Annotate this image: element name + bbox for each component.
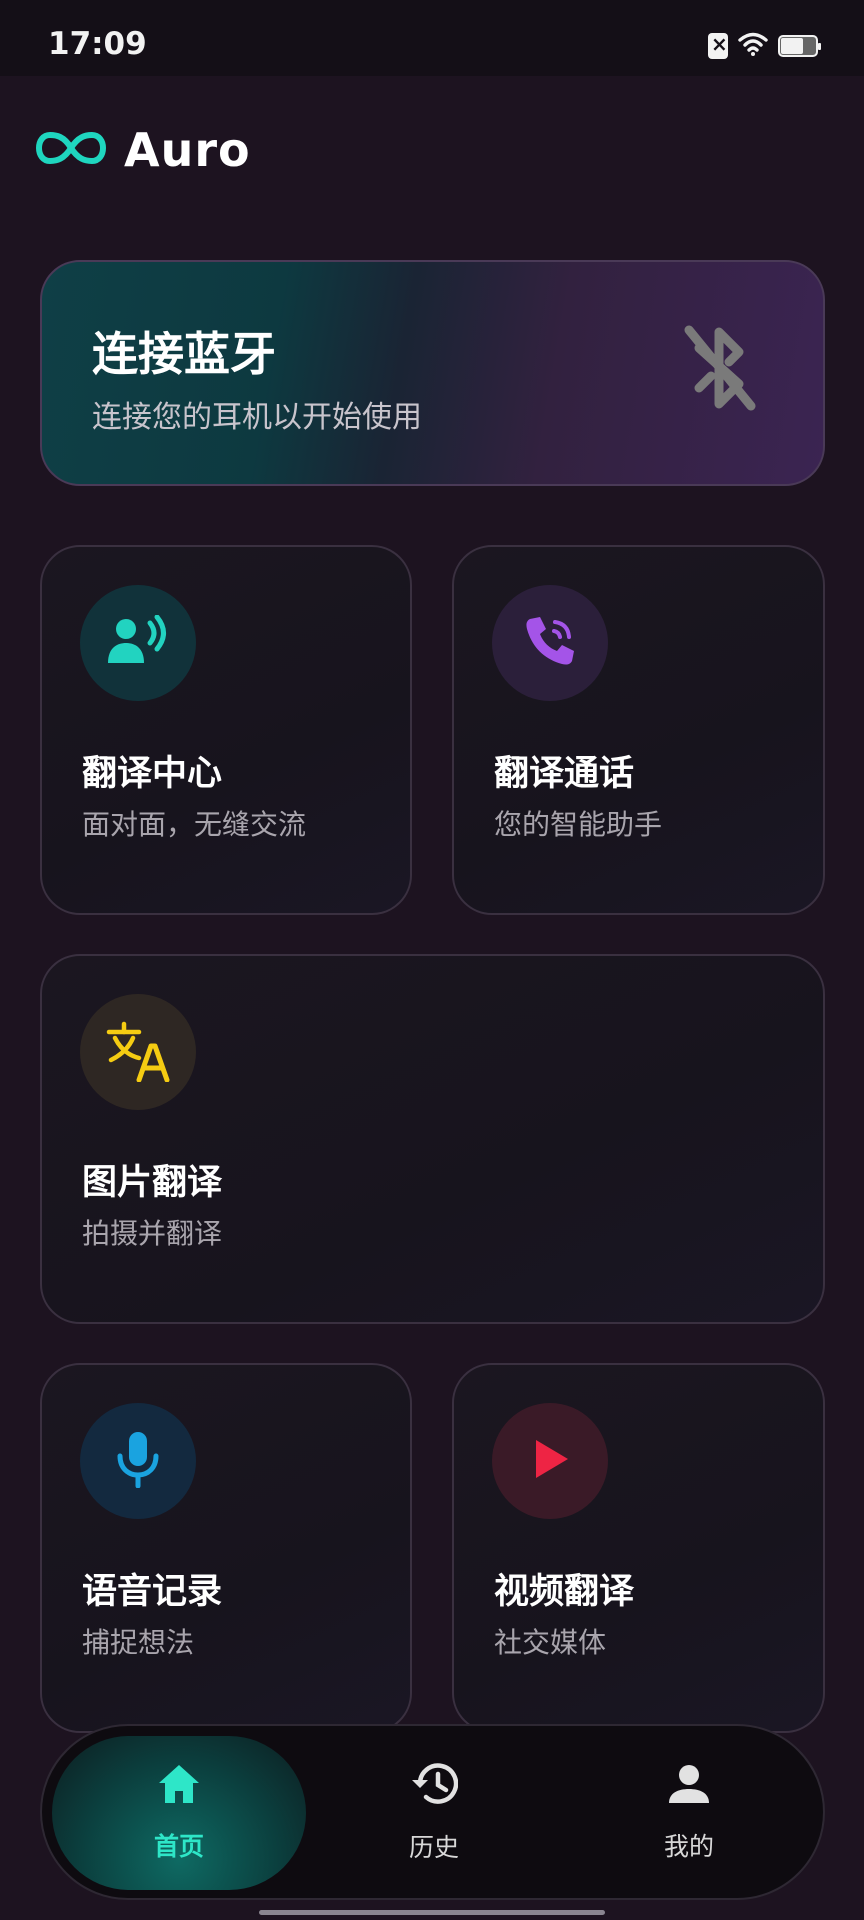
video-translation-icon-bg <box>492 1403 608 1519</box>
voice-recording-card[interactable]: 语音记录 捕捉想法 <box>40 1363 412 1733</box>
translation-center-title: 翻译中心 <box>82 754 223 794</box>
infinity-icon <box>36 130 106 170</box>
nav-item-home[interactable]: 首页 <box>52 1736 306 1890</box>
home-indicator[interactable] <box>259 1910 605 1915</box>
video-translation-card[interactable]: 视频翻译 社交媒体 <box>452 1363 825 1733</box>
app-title: Auro <box>124 123 251 177</box>
nav-label-profile: 我的 <box>663 1832 714 1861</box>
history-icon <box>410 1762 459 1810</box>
wifi-icon <box>738 32 768 60</box>
bottom-nav: 首页 历史 我的 <box>40 1724 825 1900</box>
microphone-icon <box>116 1430 160 1492</box>
image-translation-card[interactable]: 图片翻译 拍摄并翻译 <box>40 954 825 1324</box>
nav-label-history: 历史 <box>408 1833 459 1862</box>
phone-call-icon <box>522 613 578 673</box>
translation-call-card[interactable]: 翻译通话 您的智能助手 <box>452 545 825 915</box>
nav-item-history[interactable]: 历史 <box>307 1736 561 1890</box>
nav-label-home: 首页 <box>153 1832 204 1861</box>
home-icon <box>157 1763 201 1809</box>
translate-icon <box>105 1018 171 1086</box>
bluetooth-connect-card[interactable]: 连接蓝牙 连接您的耳机以开始使用 <box>40 260 825 486</box>
voice-recording-subtitle: 捕捉想法 <box>82 1626 195 1659</box>
status-bar: 17:09 <box>0 0 864 76</box>
image-translation-icon-bg <box>80 994 196 1110</box>
translation-call-title: 翻译通话 <box>494 754 635 794</box>
status-time: 17:09 <box>48 26 147 62</box>
translation-center-subtitle: 面对面，无缝交流 <box>82 808 307 841</box>
translation-center-icon-bg <box>80 585 196 701</box>
translation-call-icon-bg <box>492 585 608 701</box>
status-icons <box>708 32 821 60</box>
app-header: Auro <box>36 120 251 180</box>
translation-center-card[interactable]: 翻译中心 面对面，无缝交流 <box>40 545 412 915</box>
nav-item-profile[interactable]: 我的 <box>562 1736 816 1890</box>
battery-icon <box>778 35 821 57</box>
image-translation-title: 图片翻译 <box>82 1163 223 1203</box>
profile-icon <box>668 1763 710 1809</box>
bluetooth-card-subtitle: 连接您的耳机以开始使用 <box>92 400 422 435</box>
speaking-person-icon <box>106 614 170 671</box>
voice-recording-title: 语音记录 <box>82 1572 223 1612</box>
play-icon <box>530 1437 570 1485</box>
image-translation-subtitle: 拍摄并翻译 <box>82 1217 223 1250</box>
bluetooth-off-icon <box>677 318 761 422</box>
voice-recording-icon-bg <box>80 1403 196 1519</box>
translation-call-subtitle: 您的智能助手 <box>494 808 663 841</box>
video-translation-subtitle: 社交媒体 <box>494 1626 607 1659</box>
video-translation-title: 视频翻译 <box>494 1572 635 1612</box>
bluetooth-card-title: 连接蓝牙 <box>92 327 276 381</box>
sim-off-icon <box>708 32 728 59</box>
